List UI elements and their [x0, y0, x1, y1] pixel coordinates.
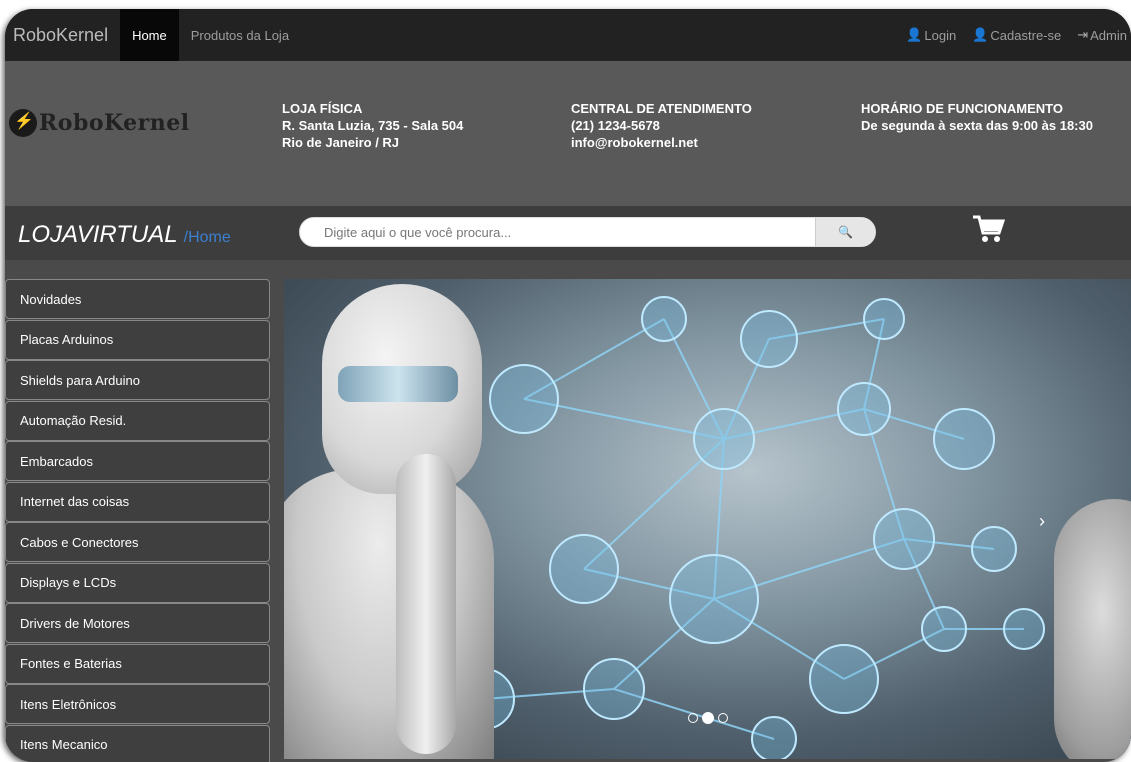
store-header: RoboKernel LOJA FÍSICA R. Santa Luzia, 7…: [5, 61, 1131, 206]
search-icon: 🔍: [838, 225, 853, 239]
carousel-dot-3[interactable]: [718, 713, 728, 723]
category-embarcados[interactable]: Embarcados: [5, 441, 270, 481]
category-cabos[interactable]: Cabos e Conectores: [5, 522, 270, 562]
hero-carousel[interactable]: ›: [284, 279, 1131, 759]
login-link[interactable]: 👤 Login: [906, 9, 972, 61]
category-shields[interactable]: Shields para Arduino: [5, 360, 270, 400]
signup-link[interactable]: 👤 Cadastre-se: [972, 9, 1077, 61]
category-placas-arduinos[interactable]: Placas Arduinos: [5, 319, 270, 360]
signup-label: Cadastre-se: [990, 27, 1062, 43]
gear-bolt-icon: [9, 109, 37, 137]
sign-in-icon: ⇥: [1077, 27, 1089, 42]
store-info: LOJA FÍSICA R. Santa Luzia, 735 - Sala 5…: [282, 100, 463, 151]
hours-text: De segunda à sexta das 9:00 às 18:30: [861, 118, 1093, 133]
navbar-right: 👤 Login 👤 Cadastre-se ⇥ Admin: [906, 9, 1131, 61]
category-fontes[interactable]: Fontes e Baterias: [5, 643, 270, 684]
store-address: R. Santa Luzia, 735 - Sala 504: [282, 118, 464, 133]
nav-products[interactable]: Produtos da Loja: [179, 9, 301, 61]
category-eletronicos[interactable]: Itens Eletrônicos: [5, 684, 270, 724]
category-automacao[interactable]: Automação Resid.: [5, 400, 270, 441]
support-title: CENTRAL DE ATENDIMENTO: [571, 101, 752, 116]
search-strip: LOJAVIRTUAL/Home 🔍: [5, 206, 1131, 260]
breadcrumb-home[interactable]: /Home: [184, 229, 231, 246]
robot-arm-image: [396, 454, 456, 754]
cart-icon[interactable]: [971, 213, 1007, 250]
support-info: CENTRAL DE ATENDIMENTO (21) 1234-5678 in…: [571, 100, 752, 151]
support-phone: (21) 1234-5678: [571, 118, 660, 133]
category-sidebar: Novidades Placas Arduinos Shields para A…: [5, 279, 270, 762]
support-email: info@robokernel.net: [571, 135, 698, 150]
hours-info: HORÁRIO DE FUNCIONAMENTO De segunda à se…: [861, 100, 1093, 134]
robot-body-image: [284, 469, 494, 759]
category-novidades[interactable]: Novidades: [5, 279, 270, 319]
hours-title: HORÁRIO DE FUNCIONAMENTO: [861, 101, 1063, 116]
admin-link[interactable]: ⇥ Admin: [1077, 9, 1131, 61]
logo-text: RoboKernel: [39, 110, 190, 136]
user-icon: 👤: [972, 27, 989, 42]
carousel-dot-1[interactable]: [688, 713, 698, 723]
category-displays[interactable]: Displays e LCDs: [5, 562, 270, 603]
robot-visor-image: [338, 366, 458, 402]
carousel-indicators: [688, 712, 728, 724]
loja-virtual-title: LOJAVIRTUAL: [18, 221, 178, 248]
logo[interactable]: RoboKernel: [9, 109, 190, 137]
store-city: Rio de Janeiro / RJ: [282, 135, 400, 150]
chevron-right-icon[interactable]: ›: [1039, 511, 1045, 532]
category-drivers[interactable]: Drivers de Motores: [5, 603, 270, 643]
login-label: Login: [924, 27, 957, 43]
search-box: 🔍: [299, 217, 876, 247]
admin-label: Admin: [1090, 27, 1127, 43]
navbar-brand[interactable]: RoboKernel: [5, 25, 120, 46]
store-title: LOJA FÍSICA: [282, 101, 363, 116]
nav-home[interactable]: Home: [120, 9, 179, 61]
search-button[interactable]: 🔍: [815, 218, 875, 246]
user-icon: 👤: [906, 27, 923, 42]
category-mecanico[interactable]: Itens Mecanico: [5, 724, 270, 762]
page-frame: RoboKernel Home Produtos da Loja 👤 Login…: [5, 9, 1131, 762]
robot-arm-right-image: [1054, 499, 1131, 759]
top-navbar: RoboKernel Home Produtos da Loja 👤 Login…: [5, 9, 1131, 61]
store-title-breadcrumb: LOJAVIRTUAL/Home: [18, 221, 231, 249]
category-iot[interactable]: Internet das coisas: [5, 481, 270, 522]
search-input[interactable]: [300, 218, 815, 246]
carousel-dot-2[interactable]: [702, 712, 714, 724]
